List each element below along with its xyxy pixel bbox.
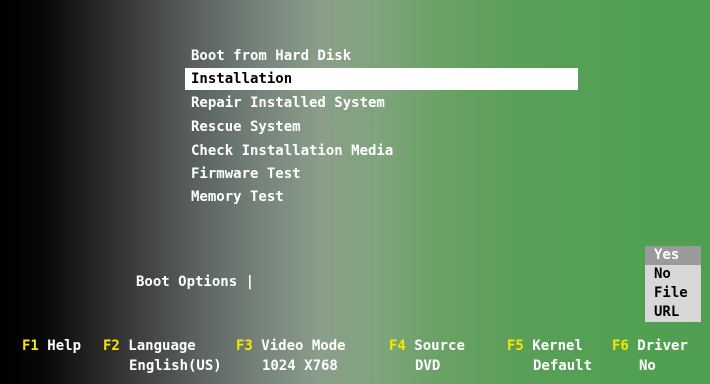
menu-item-rescue-system[interactable]: Rescue System	[185, 116, 578, 138]
menu-item-memory-test[interactable]: Memory Test	[185, 186, 578, 208]
f5-label: Kernel	[532, 338, 583, 354]
f2-key: F2	[103, 338, 120, 354]
f3-key: F3	[236, 338, 253, 354]
f5-value: Default	[533, 358, 593, 374]
f6-driver[interactable]: F6 Driver	[612, 337, 688, 356]
f6-key: F6	[612, 338, 629, 354]
f4-key: F4	[389, 338, 406, 354]
f3-label: Video Mode	[261, 338, 346, 354]
f1-key: F1	[22, 338, 39, 354]
f2-language[interactable]: F2 Language	[103, 337, 196, 356]
menu-item-firmware-test[interactable]: Firmware Test	[185, 163, 578, 185]
driver-popup-menu: Yes No File URL	[645, 246, 701, 322]
f3-value: 1024 X768	[262, 358, 338, 374]
popup-option-no[interactable]: No	[645, 265, 701, 284]
f3-video-mode[interactable]: F3 Video Mode	[236, 337, 346, 356]
f2-value: English(US)	[129, 358, 222, 374]
f6-label: Driver	[637, 338, 688, 354]
f4-value: DVD	[415, 358, 441, 374]
boot-options-field[interactable]: Boot Options |	[136, 274, 254, 290]
menu-item-installation[interactable]: Installation	[185, 68, 578, 90]
popup-option-url[interactable]: URL	[645, 303, 701, 322]
boot-options-label: Boot Options |	[136, 274, 255, 290]
f2-label: Language	[128, 338, 196, 354]
menu-item-repair-installed-system[interactable]: Repair Installed System	[185, 92, 578, 114]
f5-key: F5	[507, 338, 524, 354]
popup-option-file[interactable]: File	[645, 284, 701, 303]
f1-help[interactable]: F1 Help	[22, 337, 81, 356]
popup-option-yes[interactable]: Yes	[645, 246, 701, 265]
f6-value: No	[639, 358, 656, 374]
boot-screen: Boot from Hard Disk Installation Repair …	[0, 0, 710, 384]
menu-item-check-installation-media[interactable]: Check Installation Media	[185, 140, 578, 162]
f5-kernel[interactable]: F5 Kernel	[507, 337, 583, 356]
menu-item-boot-from-hard-disk[interactable]: Boot from Hard Disk	[185, 45, 578, 67]
f1-label: Help	[47, 338, 82, 354]
f4-label: Source	[414, 338, 465, 354]
f4-source[interactable]: F4 Source	[389, 337, 465, 356]
